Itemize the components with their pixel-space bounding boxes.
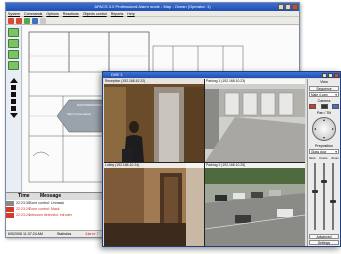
col-time[interactable]: Time — [6, 193, 30, 200]
menu-objects-control[interactable]: Objects control — [83, 11, 107, 16]
video-grid: Reception (192.168.10.22) Parking 1 (192… — [104, 79, 305, 246]
stop-icon[interactable] — [16, 18, 22, 24]
menu-reports[interactable]: Reports — [111, 11, 124, 16]
menu-help[interactable]: Help — [127, 11, 134, 16]
pan-up-icon[interactable]: ▴ — [323, 118, 325, 122]
zoom-label: Zoom — [331, 155, 339, 160]
slider-area — [309, 161, 339, 232]
camera-view-4[interactable]: Parking 2 (192.168.10.25) — [205, 163, 305, 246]
pan-tilt-joystick[interactable]: ▴ ▾ ◂ ▸ — [312, 117, 336, 141]
close-button[interactable] — [292, 4, 298, 10]
presentation-label-2: MAIN PRESENTATION — [77, 104, 104, 107]
apacs-title-bar: APACS 3.0 Professional Alarm mode - Map … — [6, 3, 299, 11]
slow-label: Slow — [309, 155, 316, 160]
pan-down-icon[interactable]: ▾ — [323, 136, 325, 140]
view-heading: View — [320, 80, 328, 84]
camera-1-image — [104, 79, 204, 162]
zone-button-3[interactable] — [8, 50, 19, 59]
camera-control-panel: View Sequence Mate 4 cam Camera Pan / Ti… — [307, 79, 340, 246]
status-statistics[interactable]: Statistics — [57, 231, 71, 237]
focus-label: Focus — [319, 155, 328, 160]
camera-3-image — [104, 163, 204, 246]
toolbar — [6, 17, 299, 25]
zoom-slider[interactable] — [329, 163, 336, 230]
event-log: Time Message 22:23:30 Zone control: Unma… — [6, 192, 116, 230]
camera-2-image — [205, 79, 305, 162]
camera-button-row — [309, 104, 339, 109]
zone-button-4[interactable] — [8, 61, 19, 70]
advanced-button[interactable]: Advanced — [309, 233, 339, 239]
menu-system[interactable]: System — [8, 11, 20, 16]
camera-3-label: Lobby (192.168.10.24) — [104, 163, 204, 168]
pan-left-icon[interactable]: ◂ — [314, 127, 316, 131]
ok-icon[interactable] — [24, 18, 30, 24]
camera-heading: Camera — [317, 98, 331, 103]
menu-reactions[interactable]: Reactions — [63, 11, 79, 16]
settings-button[interactable]: Settings — [309, 240, 339, 245]
col-message[interactable]: Message — [20, 193, 61, 200]
pan-tilt-heading: Pan / Tilt — [317, 110, 331, 115]
snapshot-icon[interactable] — [332, 104, 339, 109]
camera-4-image — [205, 163, 305, 246]
object-tree-panel — [6, 26, 22, 192]
focus-slider[interactable] — [320, 163, 327, 230]
status-datetime: 6/5/2008 11:37:24 AM — [8, 232, 43, 236]
alarm-event-icon — [6, 206, 14, 212]
stop-square-icon[interactable] — [11, 85, 16, 90]
alarm-icon[interactable] — [8, 18, 14, 24]
camera-4-label: Parking 2 (192.168.10.25) — [205, 163, 305, 168]
tool-icon[interactable] — [40, 18, 46, 24]
log-message: Intrusion detected: Intruder — [29, 213, 72, 217]
minimize-button[interactable] — [322, 72, 327, 78]
scroll-up-icon[interactable] — [9, 78, 18, 83]
refresh-icon[interactable] — [32, 18, 38, 24]
alarm-event-icon — [6, 212, 14, 218]
close-button[interactable] — [334, 72, 339, 78]
stop-square-icon[interactable] — [11, 106, 16, 111]
stop-square-icon[interactable] — [11, 92, 16, 97]
camera-1-label: Reception (192.168.10.22) — [104, 79, 204, 84]
event-icon — [6, 200, 14, 206]
log-time: 22:23:24 — [16, 213, 30, 217]
zone-button-1[interactable] — [8, 28, 19, 37]
camera-2-label: Parking 1 (192.168.10.23) — [205, 79, 305, 84]
speed-slider[interactable] — [312, 163, 319, 230]
menu-commands[interactable]: Commands — [24, 11, 42, 16]
preposition-heading: Preposition — [315, 143, 333, 148]
pan-right-icon[interactable]: ▸ — [332, 127, 334, 131]
stop-icon[interactable] — [320, 104, 328, 109]
layout-select[interactable]: Mate 4 cam — [309, 92, 339, 97]
speed-labels: Slow Focus Zoom — [309, 156, 339, 160]
status-alarm[interactable]: Alarm: 7 — [85, 231, 98, 237]
video-title: DWE 3 — [111, 73, 123, 77]
apacs-title: APACS 3.0 Professional Alarm mode - Map … — [94, 4, 211, 9]
preset-select[interactable]: Glass door — [309, 149, 339, 154]
sequence-button[interactable]: Sequence — [309, 85, 339, 91]
video-window: DWE 3 Reception (192.168.10.22) Parking … — [102, 71, 341, 247]
record-icon[interactable] — [309, 104, 316, 109]
camera-view-2[interactable]: Parking 1 (192.168.10.23) — [205, 79, 305, 162]
video-title-bar: DWE 3 — [103, 72, 340, 78]
maximize-button[interactable] — [285, 4, 291, 10]
scroll-down-icon[interactable] — [9, 113, 18, 118]
maximize-button[interactable] — [328, 72, 333, 78]
presentation-label: Main Presentation — [67, 112, 92, 116]
stop-square-icon[interactable] — [11, 99, 16, 104]
camera-view-1[interactable]: Reception (192.168.10.22) — [104, 79, 204, 162]
event-log-header: Time Message — [6, 193, 116, 200]
minimize-button[interactable] — [278, 4, 284, 10]
video-window-controls — [322, 72, 339, 78]
apacs-window-controls — [278, 4, 298, 10]
zone-button-2[interactable] — [8, 39, 19, 48]
menu-options[interactable]: Options — [46, 11, 58, 16]
table-row[interactable]: 22:23:24 Intrusion detected: Intruder — [6, 212, 116, 218]
camera-view-3[interactable]: Lobby (192.168.10.24) — [104, 163, 204, 246]
